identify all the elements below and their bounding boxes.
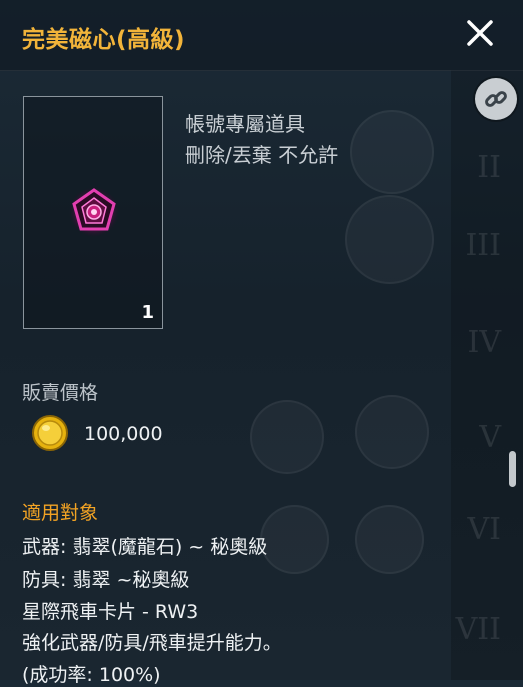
item-title: 完美磁心(高級) bbox=[22, 27, 186, 53]
link-icon bbox=[485, 91, 507, 107]
background-glyph: III bbox=[465, 228, 501, 263]
target-line: 星際飛車卡片 - RW3 bbox=[22, 601, 199, 623]
background-circle bbox=[260, 505, 329, 574]
background-glyph: VII bbox=[455, 612, 501, 647]
target-line: 強化武器/防具/飛車提升能力。 bbox=[22, 632, 282, 654]
applicable-targets-heading: 適用對象 bbox=[22, 502, 99, 524]
background-glyph: IV bbox=[467, 325, 501, 360]
background-circle bbox=[345, 195, 434, 284]
background-glyph: V bbox=[479, 420, 501, 455]
background-circle bbox=[350, 110, 434, 194]
gold-coin-icon bbox=[32, 415, 68, 451]
magnetic-core-gem-icon bbox=[69, 187, 119, 237]
attribute-no-delete: 刪除/丟棄 不允許 bbox=[185, 143, 339, 167]
item-slot[interactable]: 1 bbox=[23, 96, 163, 329]
target-line: 防具: 翡翠 ~秘奧級 bbox=[22, 569, 190, 591]
background-circle bbox=[355, 505, 424, 574]
sell-price-value: 100,000 bbox=[84, 423, 163, 445]
sell-price-label: 販賣價格 bbox=[22, 382, 99, 404]
close-icon bbox=[467, 20, 493, 46]
background-glyph: VI bbox=[467, 512, 501, 547]
target-line: 武器: 翡翠(魔龍石) ~ 秘奧級 bbox=[22, 536, 268, 558]
background-glyph: II bbox=[477, 150, 501, 185]
background-circle bbox=[355, 395, 429, 469]
scrollbar-thumb[interactable] bbox=[509, 451, 516, 487]
link-button[interactable] bbox=[475, 78, 517, 120]
attribute-account-bound: 帳號專屬道具 bbox=[185, 112, 305, 136]
close-button[interactable] bbox=[463, 16, 497, 50]
item-quantity: 1 bbox=[141, 302, 154, 323]
tooltip-header: 完美磁心(高級) bbox=[0, 0, 523, 71]
target-line: (成功率: 100%) bbox=[22, 664, 161, 686]
background-circle bbox=[250, 400, 324, 474]
